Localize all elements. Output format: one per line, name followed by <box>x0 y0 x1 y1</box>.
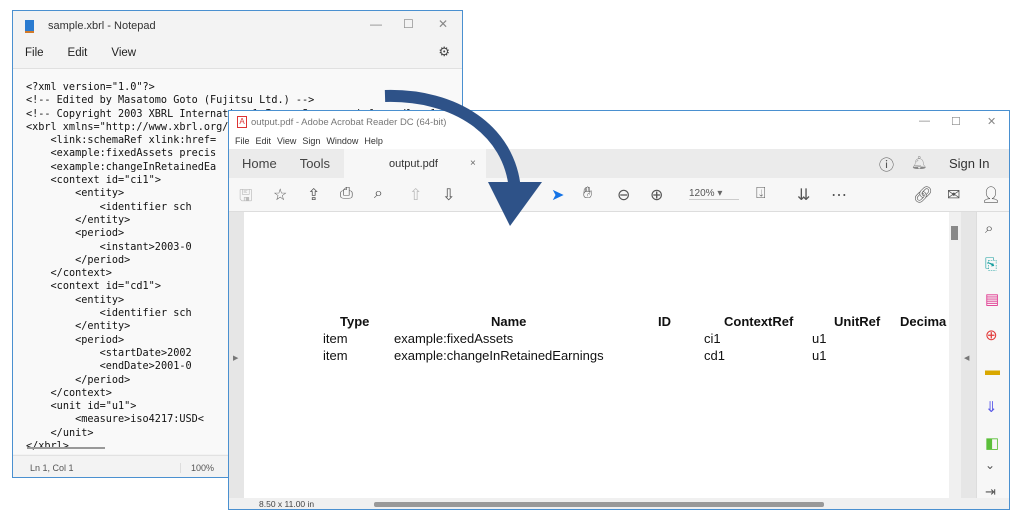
curved-arrow-icon <box>384 89 542 226</box>
arrow-head <box>488 182 542 226</box>
arrow-shaft <box>384 89 521 191</box>
